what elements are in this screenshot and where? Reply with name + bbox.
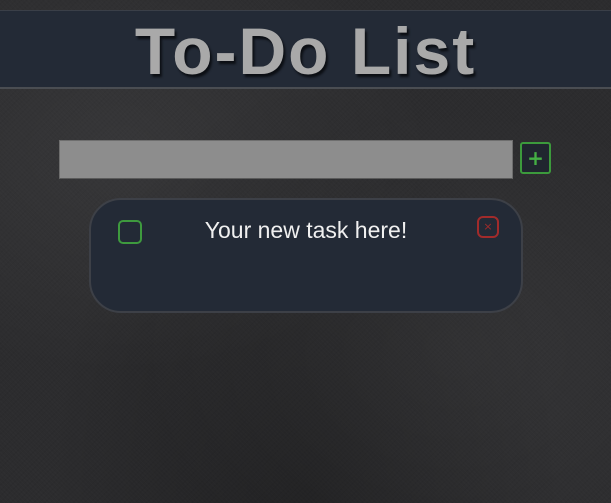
task-item: Your new task here! × [89, 198, 523, 313]
page-title: To-Do List [134, 14, 477, 88]
delete-task-button[interactable]: × [477, 216, 499, 238]
task-complete-checkbox[interactable] [118, 220, 142, 244]
new-task-input[interactable] [59, 140, 513, 179]
header-bar: To-Do List [0, 10, 611, 89]
add-task-button[interactable]: + [520, 142, 551, 174]
task-text: Your new task here! [204, 217, 408, 243]
close-icon: × [483, 220, 493, 233]
plus-icon: + [527, 146, 544, 170]
